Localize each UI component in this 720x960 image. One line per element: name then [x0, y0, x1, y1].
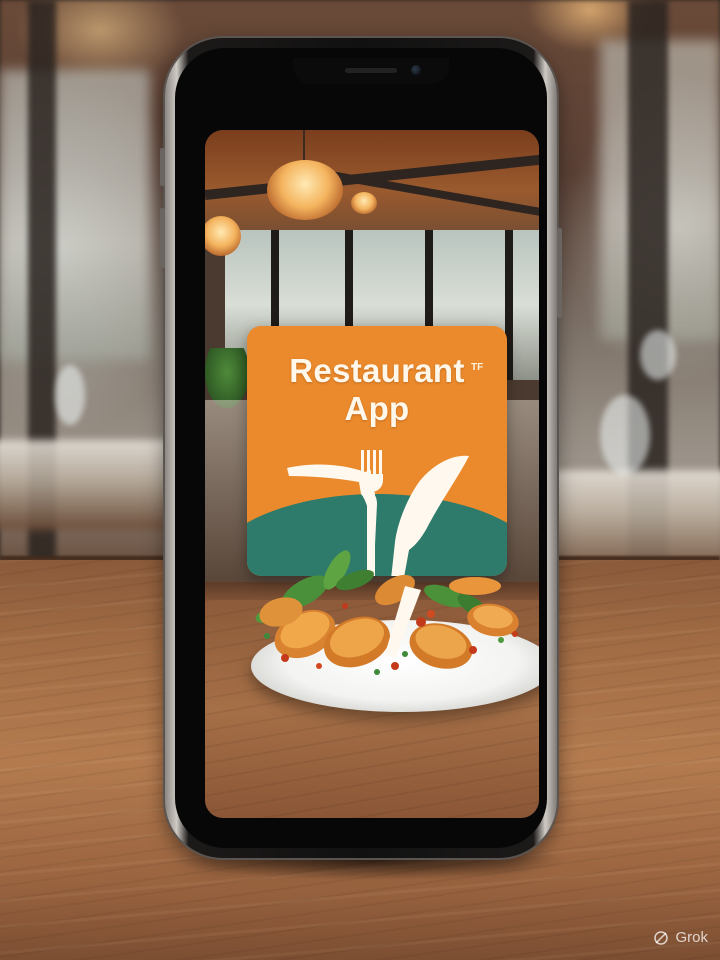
pendant-lamp [267, 160, 343, 220]
title-mark: TF [471, 362, 484, 373]
lamp-wire [303, 130, 305, 164]
background-window-left [0, 70, 150, 360]
background-glass [600, 395, 650, 475]
app-title: Restaurant App [247, 352, 507, 428]
app-title-line2: App [344, 390, 410, 427]
phone-power-button [557, 228, 562, 318]
phone-screen: Restaurant App TF [205, 130, 539, 818]
plant [205, 348, 249, 408]
phone-speaker [345, 68, 397, 73]
grok-logo-icon [654, 930, 669, 945]
restaurant-app-photo: Restaurant App TF Grok [0, 0, 720, 960]
front-camera [411, 65, 421, 75]
background-glass [640, 330, 676, 380]
grok-watermark: Grok [653, 929, 708, 946]
smartphone: Restaurant App TF [160, 38, 562, 858]
phone-bezel: Restaurant App TF [175, 48, 547, 848]
phone-volume-button [160, 208, 165, 268]
pendant-lamp [351, 192, 377, 214]
app-title-line1: Restaurant [289, 352, 465, 389]
watermark-label: Grok [675, 929, 708, 946]
background-glass [55, 365, 85, 425]
food-illustration [255, 550, 519, 675]
phone-mute-switch [160, 148, 165, 186]
